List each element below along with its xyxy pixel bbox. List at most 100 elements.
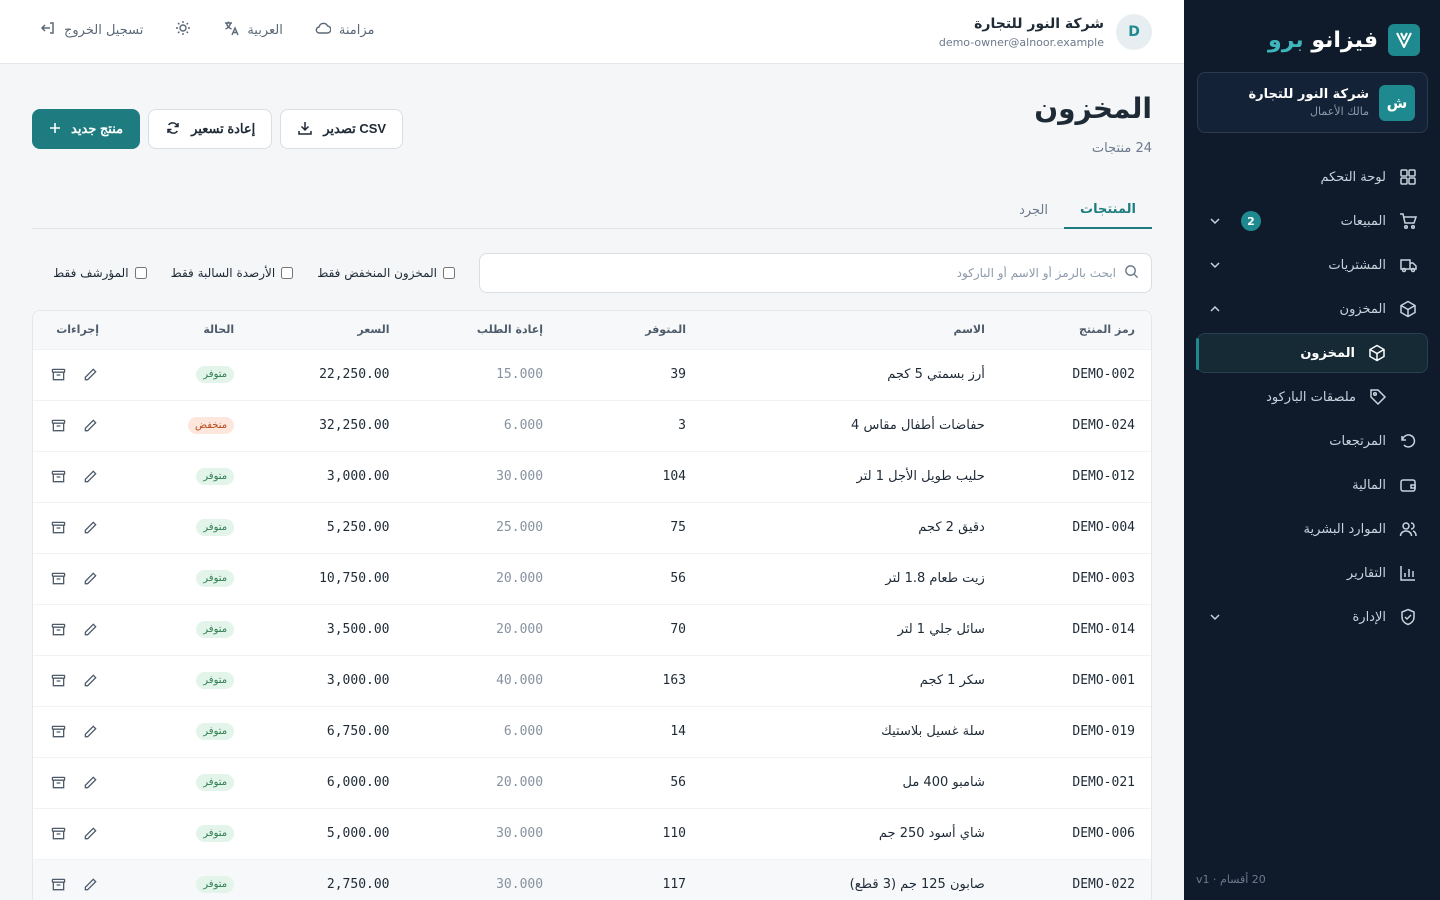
sidebar-item-label: التقارير [1346, 565, 1386, 581]
archive-icon[interactable] [49, 723, 67, 741]
org-switcher[interactable]: ش شركة النور للتجارة مالك الأعمال [1197, 72, 1428, 133]
table-row[interactable]: DEMO-001 سكر 1 كجم 163 40.000 3,000.00 متوفر [33, 655, 1151, 706]
sidebar-item-admin[interactable]: الإدارة [1197, 595, 1428, 639]
tab-products[interactable]: المنتجات [1064, 192, 1152, 229]
table-row[interactable]: DEMO-012 حليب طويل الأجل 1 لتر 104 30.000 3,… [33, 451, 1151, 502]
column-header-name[interactable]: الاسم [702, 311, 1001, 349]
cell-reorder: 25.000 [496, 520, 544, 535]
sidebar-item-hr[interactable]: الموارد البشرية [1197, 507, 1428, 551]
cell-reorder: 30.000 [496, 877, 544, 893]
edit-icon[interactable] [81, 468, 99, 486]
status-badge: متوفر [196, 366, 235, 383]
search-icon [1124, 264, 1139, 283]
cell-status: متوفر [115, 604, 250, 655]
tag-icon [1368, 387, 1388, 407]
archive-icon[interactable] [49, 621, 67, 639]
sidebar-item-inventory[interactable]: المخزون [1197, 287, 1428, 331]
cell-sku: DEMO-021 [1072, 775, 1135, 790]
cell-available: 3 [678, 418, 686, 433]
column-header-available[interactable]: المتوفر [559, 311, 702, 349]
sync-button[interactable]: مزامنة [315, 20, 374, 40]
download-icon [297, 120, 313, 139]
negative-balance-checkbox[interactable] [281, 267, 294, 279]
sidebar-item-purchases[interactable]: المشتريات [1197, 243, 1428, 287]
status-badge: متوفر [196, 621, 235, 638]
logout-button[interactable]: تسجيل الخروج [40, 20, 143, 40]
table-row[interactable]: DEMO-019 سلة غسيل بلاستيك 14 6.000 6,750.00 م… [33, 706, 1151, 757]
archive-icon[interactable] [49, 366, 67, 384]
low-stock-filter[interactable]: المخزون المنخفض فقط [317, 266, 455, 280]
edit-icon[interactable] [81, 621, 99, 639]
edit-icon[interactable] [81, 723, 99, 741]
archive-icon[interactable] [49, 570, 67, 588]
low-stock-checkbox[interactable] [443, 267, 455, 279]
tab-stocktake[interactable]: الجرد [1003, 192, 1064, 229]
edit-icon[interactable] [81, 825, 99, 843]
cell-sku: DEMO-022 [1072, 877, 1135, 893]
archive-icon[interactable] [49, 774, 67, 792]
brand[interactable]: فيزانو برو [1268, 24, 1420, 56]
sidebar-item-finance[interactable]: المالية [1197, 463, 1428, 507]
column-header-status[interactable]: الحالة [115, 311, 250, 349]
archive-icon[interactable] [49, 519, 67, 537]
archive-icon[interactable] [49, 468, 67, 486]
table-row[interactable]: DEMO-003 زيت طعام 1.8 لتر 56 20.000 10,750.0… [33, 553, 1151, 604]
main-content: المخزون 24 منتجات منتج جديد إعادة تسعير … [0, 64, 1184, 900]
cell-name: دقيق 2 كجم [918, 520, 985, 535]
chevron-down-icon[interactable] [1207, 257, 1223, 273]
sidebar-item-dashboard[interactable]: لوحة التحكم [1197, 155, 1428, 199]
edit-icon[interactable] [81, 672, 99, 690]
cart-icon [1398, 211, 1418, 231]
table-row[interactable]: DEMO-014 سائل جلي 1 لتر 70 20.000 3,500.00 مت… [33, 604, 1151, 655]
archived-checkbox[interactable] [134, 267, 147, 279]
new-product-button[interactable]: منتج جديد [32, 109, 141, 149]
edit-icon[interactable] [81, 774, 99, 792]
products-table: رمز المنتج الاسم المتوفر إعادة الطلب الس… [32, 310, 1152, 900]
table-row[interactable]: DEMO-022 صابون 125 جم (3 قطع) 117 30.000 2,7… [33, 859, 1151, 900]
chevron-down-icon[interactable] [1207, 213, 1223, 229]
cell-actions [33, 349, 115, 400]
edit-icon[interactable] [81, 519, 99, 537]
sidebar-subitem-inventory[interactable]: المخزون [1196, 333, 1428, 373]
status-badge: متوفر [196, 468, 235, 485]
column-header-reorder[interactable]: إعادة الطلب [406, 311, 560, 349]
cell-sku: DEMO-006 [1072, 826, 1135, 841]
table-row[interactable]: DEMO-004 دقيق 2 كجم 75 25.000 5,250.00 متوفر [33, 502, 1151, 553]
export-csv-button[interactable]: تصدير CSV [280, 109, 404, 149]
archive-icon[interactable] [49, 417, 67, 435]
table-row[interactable]: DEMO-021 شامبو 400 مل 56 20.000 6,000.00 متوف… [33, 757, 1151, 808]
cell-actions [33, 706, 115, 757]
table-row[interactable]: DEMO-024 حفاضات أطفال مقاس 4 3 6.000 32,250.… [33, 400, 1151, 451]
edit-icon[interactable] [81, 876, 99, 894]
sidebar-item-sales[interactable]: المبيعات 2 [1197, 199, 1428, 243]
reprice-button[interactable]: إعادة تسعير [148, 109, 273, 149]
cell-price: 32,250.00 [319, 418, 390, 433]
edit-icon[interactable] [81, 366, 99, 384]
cell-price: 22,250.00 [319, 367, 390, 382]
cell-sku: DEMO-014 [1072, 622, 1135, 637]
archive-icon[interactable] [49, 825, 67, 843]
edit-icon[interactable] [81, 570, 99, 588]
sidebar-item-reports[interactable]: التقارير [1197, 551, 1428, 595]
cell-actions [33, 808, 115, 859]
search-input[interactable] [492, 266, 1116, 280]
chevron-up-icon[interactable] [1207, 301, 1223, 317]
user-menu[interactable]: D شركة النور للتجارة demo-owner@alnoor.e… [939, 14, 1152, 50]
language-switcher[interactable]: العربية [223, 20, 283, 40]
cell-status: متوفر [115, 757, 250, 808]
archive-icon[interactable] [49, 876, 67, 894]
negative-balance-filter[interactable]: الأرصدة السالبة فقط [171, 266, 294, 280]
theme-toggle[interactable] [175, 20, 191, 40]
archived-filter[interactable]: المؤرشف فقط [53, 266, 147, 280]
chevron-down-icon[interactable] [1207, 609, 1223, 625]
archive-icon[interactable] [49, 672, 67, 690]
table-row[interactable]: DEMO-002 أرز بسمتي 5 كجم 39 15.000 22,250.00… [33, 349, 1151, 400]
sidebar-subitem-barcode-labels[interactable]: ملصقات الباركود [1197, 375, 1428, 419]
edit-icon[interactable] [81, 417, 99, 435]
table-row[interactable]: DEMO-006 شاي أسود 250 جم 110 30.000 5,000.00… [33, 808, 1151, 859]
cell-reorder: 20.000 [496, 622, 544, 637]
column-header-price[interactable]: السعر [250, 311, 405, 349]
column-header-sku[interactable]: رمز المنتج [1001, 311, 1151, 349]
sidebar-item-returns[interactable]: المرتجعات [1197, 419, 1428, 463]
brand-name: فيزانو برو [1268, 27, 1378, 53]
